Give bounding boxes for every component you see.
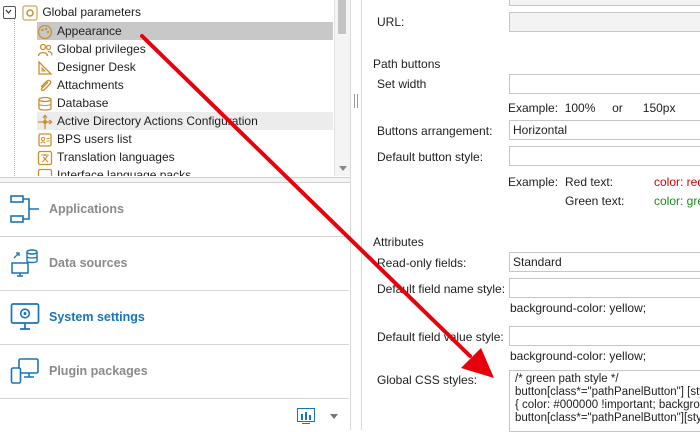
settings-tree: Global parameters Appearance Global priv… [0, 0, 334, 176]
settings-form: URL: Path buttons Set width Example: 100… [361, 0, 700, 432]
nav-label: Applications [49, 202, 125, 216]
data-sources-icon [10, 248, 40, 278]
active-directory-icon [37, 114, 53, 130]
default-button-style-field[interactable] [509, 146, 700, 166]
width-example: Example: 100% or 150px [508, 101, 675, 115]
readonly-fields-select[interactable]: Standard [509, 252, 700, 272]
tree-item-label: Active Directory Actions Configuration [57, 114, 258, 128]
tree-item-database[interactable]: Database [37, 94, 108, 112]
nav-data-sources[interactable]: Data sources [0, 237, 349, 291]
plugin-packages-icon [10, 356, 40, 386]
database-icon [37, 96, 53, 112]
tree-item-label: Translation languages [57, 150, 175, 164]
url-label: URL: [377, 15, 405, 29]
nav-label: Plugin packages [49, 364, 148, 378]
field-value-style-hint: background-color: yellow; [510, 349, 647, 363]
scroll-down-arrow-icon[interactable] [339, 166, 347, 171]
path-buttons-heading: Path buttons [373, 57, 441, 71]
bottom-toolbar [0, 400, 349, 430]
default-field-name-style-label: Default field name style: [377, 282, 506, 296]
example-prefix: Example: [508, 101, 559, 115]
nav-plugin-packages[interactable]: Plugin packages [0, 345, 349, 399]
tree-item-global-privileges[interactable]: Global privileges [37, 40, 146, 58]
example-or: or [612, 101, 623, 115]
system-settings-icon [10, 302, 40, 332]
green-text-code: color: gre [654, 194, 700, 208]
tree-item-label: Designer Desk [57, 60, 136, 74]
red-text-label: Red text: [565, 175, 614, 189]
tree-item-attachments[interactable]: Attachments [37, 76, 124, 94]
nav-label: System settings [49, 310, 145, 324]
red-text-code: color: red [654, 175, 700, 189]
tree-item-label: Interface language packs [57, 168, 192, 176]
left-panel: Global parameters Appearance Global priv… [0, 0, 351, 430]
chart-icon[interactable] [297, 408, 315, 424]
example-value: 150px [642, 101, 676, 115]
tree-root-global-parameters[interactable]: Global parameters [3, 3, 141, 21]
css-line: /* green path style */ [515, 373, 619, 385]
global-css-textarea[interactable]: /* green path style */button[class*="pat… [509, 370, 700, 432]
tree-item-label: BPS users list [57, 132, 132, 146]
palette-icon [37, 24, 53, 40]
default-field-name-style-field[interactable] [509, 278, 700, 298]
tree-item-interface-language-packs[interactable]: Interface language packs [37, 166, 191, 176]
gear-icon [22, 5, 38, 21]
attributes-heading: Attributes [373, 235, 424, 249]
tree-item-bps-users-list[interactable]: BPS users list [37, 130, 132, 148]
scrollbar-thumb[interactable] [338, 0, 346, 34]
default-field-value-style-field[interactable] [509, 326, 700, 346]
url-field[interactable] [509, 12, 700, 32]
set-width-label: Set width [377, 77, 427, 91]
css-line: { color: #000000 !important; backgrou [515, 399, 700, 411]
default-button-style-label: Default button style: [377, 150, 484, 164]
readonly-fields-label: Read-only fields: [377, 256, 467, 270]
paperclip-icon [37, 78, 53, 94]
tree-item-designer-desk[interactable]: Designer Desk [37, 58, 136, 76]
field-name-style-hint: background-color: yellow; [510, 301, 647, 315]
tree-guide-line [14, 18, 15, 176]
tree-item-label: Global privileges [57, 42, 146, 56]
css-line: button[class*="pathPanelButton"][styl [515, 412, 700, 424]
collapse-toggle-icon[interactable] [3, 6, 16, 20]
tree-item-label: Global parameters [42, 5, 142, 19]
nav-system-settings[interactable]: System settings [0, 291, 349, 345]
toolbar-dropdown-icon[interactable] [330, 414, 338, 419]
css-line: button[class*="pathPanelButton"] [sty [515, 386, 700, 398]
tree-item-label: Attachments [57, 78, 124, 92]
users-list-icon [37, 132, 53, 148]
tree-item-label: Database [57, 96, 109, 110]
example-prefix: Example: [508, 175, 559, 189]
buttons-arrangement-label: Buttons arrangement: [377, 124, 493, 138]
language-pack-icon [37, 168, 53, 176]
example-value: 100% [564, 101, 596, 115]
buttons-arrangement-select[interactable]: Horizontal [509, 120, 700, 140]
global-css-label: Global CSS styles: [377, 373, 478, 387]
top-field[interactable] [509, 0, 700, 6]
green-text-label: Green text: [565, 194, 625, 208]
translation-icon [37, 150, 53, 166]
tree-item-label: Appearance [57, 24, 122, 38]
set-square-icon [37, 60, 53, 76]
splitter-grip-icon[interactable] [354, 94, 359, 108]
set-width-field[interactable] [509, 74, 700, 94]
users-icon [37, 42, 53, 58]
tree-scrollbar[interactable] [334, 0, 350, 176]
tree-item-active-directory[interactable]: Active Directory Actions Configuration [37, 112, 333, 130]
nav-label: Data sources [49, 256, 128, 270]
nav-applications[interactable]: Applications [0, 183, 349, 237]
tree-item-appearance[interactable]: Appearance [37, 22, 333, 40]
tree-item-translation-languages[interactable]: Translation languages [37, 148, 175, 166]
default-field-value-style-label: Default field value style: [377, 330, 504, 344]
applications-icon [10, 194, 40, 224]
